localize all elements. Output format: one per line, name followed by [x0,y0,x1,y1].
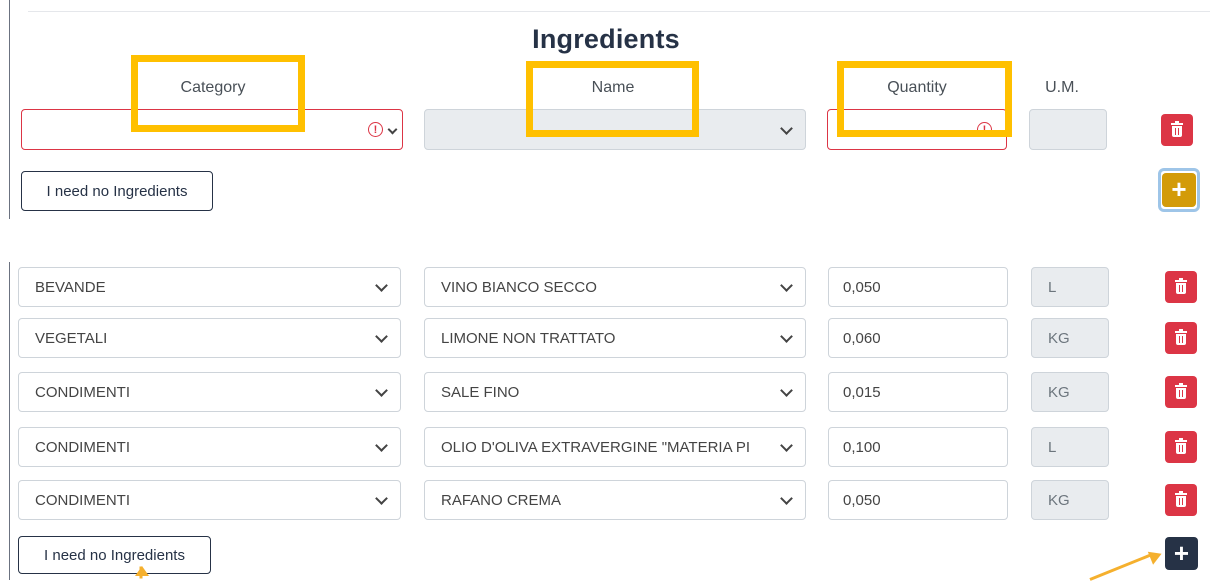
name-select[interactable]: SALE FINO [424,372,806,412]
name-select-value: SALE FINO [441,383,520,401]
quantity-input-value: 0,100 [843,438,881,456]
arrow-head-right [1147,547,1165,565]
quantity-input-value: 0,050 [843,278,881,296]
category-select[interactable]: CONDIMENTI [18,480,401,520]
chevron-down-icon [780,439,793,452]
quantity-input[interactable]: 0,015 [828,372,1008,412]
page-title: Ingredients [532,24,680,54]
category-select-value: VEGETALI [35,329,108,347]
chevron-down-icon [375,384,388,397]
add-ingredient-button[interactable]: + [1162,173,1196,207]
delete-button[interactable] [1165,484,1197,516]
name-select-value: RAFANO CREMA [441,491,562,509]
um-field: KG [1031,318,1109,358]
chevron-down-icon [375,492,388,505]
um-field [1029,109,1107,150]
chevron-down-icon [780,279,793,292]
um-field: L [1031,427,1109,467]
um-field-value: KG [1048,491,1070,509]
error-circle-icon: ! [368,122,383,137]
um-field-value: KG [1048,329,1070,347]
quantity-input[interactable]: 0,050 [828,480,1008,520]
name-select[interactable]: RAFANO CREMA [424,480,806,520]
quantity-input[interactable]: 0,060 [828,318,1008,358]
quantity-input[interactable]: 0,050 [828,267,1008,307]
um-field-value: KG [1048,383,1070,401]
chevron-down-icon [375,279,388,292]
um-field-value: L [1048,438,1057,456]
no-ingredients-button[interactable]: I need no Ingredients [21,171,213,211]
highlight-category [131,55,305,132]
um-field-value: L [1048,278,1057,296]
category-select-value: BEVANDE [35,278,106,296]
delete-button[interactable] [1165,431,1197,463]
chevron-down-icon [780,330,793,343]
name-select[interactable]: LIMONE NON TRATTATO [424,318,806,358]
quantity-input-value: 0,060 [843,329,881,347]
highlight-quantity [837,61,1012,137]
panel-left-border-bottom [9,262,10,580]
chevron-down-icon [375,330,388,343]
delete-button[interactable] [1165,271,1197,303]
um-field: KG [1031,480,1109,520]
category-select-value: CONDIMENTI [35,491,130,509]
chevron-down-icon [780,492,793,505]
name-select-value: VINO BIANCO SECCO [441,278,597,296]
name-select[interactable]: OLIO D'OLIVA EXTRAVERGINE "MATERIA PI [424,427,806,467]
category-select-value: CONDIMENTI [35,383,130,401]
name-select[interactable]: VINO BIANCO SECCO [424,267,806,307]
highlight-name [526,61,699,137]
chevron-down-icon [780,384,793,397]
category-select[interactable]: VEGETALI [18,318,401,358]
no-ingredients-button[interactable]: I need no Ingredients [18,536,211,574]
add-ingredient-button[interactable]: + [1165,537,1198,570]
name-select-value: LIMONE NON TRATTATO [441,329,616,347]
um-field: L [1031,267,1109,307]
chevron-down-icon [375,439,388,452]
chevron-down-icon [780,121,793,135]
arrow-head-left [135,566,149,576]
quantity-input-value: 0,015 [843,383,881,401]
name-select-value: OLIO D'OLIVA EXTRAVERGINE "MATERIA PI [441,438,751,456]
top-divider [28,11,1210,12]
quantity-input[interactable]: 0,100 [828,427,1008,467]
category-select[interactable]: CONDIMENTI [18,427,401,467]
quantity-input-value: 0,050 [843,491,881,509]
header-um: U.M. [1045,79,1079,96]
delete-button[interactable] [1165,322,1197,354]
um-field: KG [1031,372,1109,412]
category-select[interactable]: CONDIMENTI [18,372,401,412]
delete-button[interactable] [1161,114,1193,146]
category-select-value: CONDIMENTI [35,438,130,456]
delete-button[interactable] [1165,376,1197,408]
chevron-down-icon [387,124,398,134]
category-select[interactable]: BEVANDE [18,267,401,307]
arrow-to-add-button [1089,552,1154,581]
